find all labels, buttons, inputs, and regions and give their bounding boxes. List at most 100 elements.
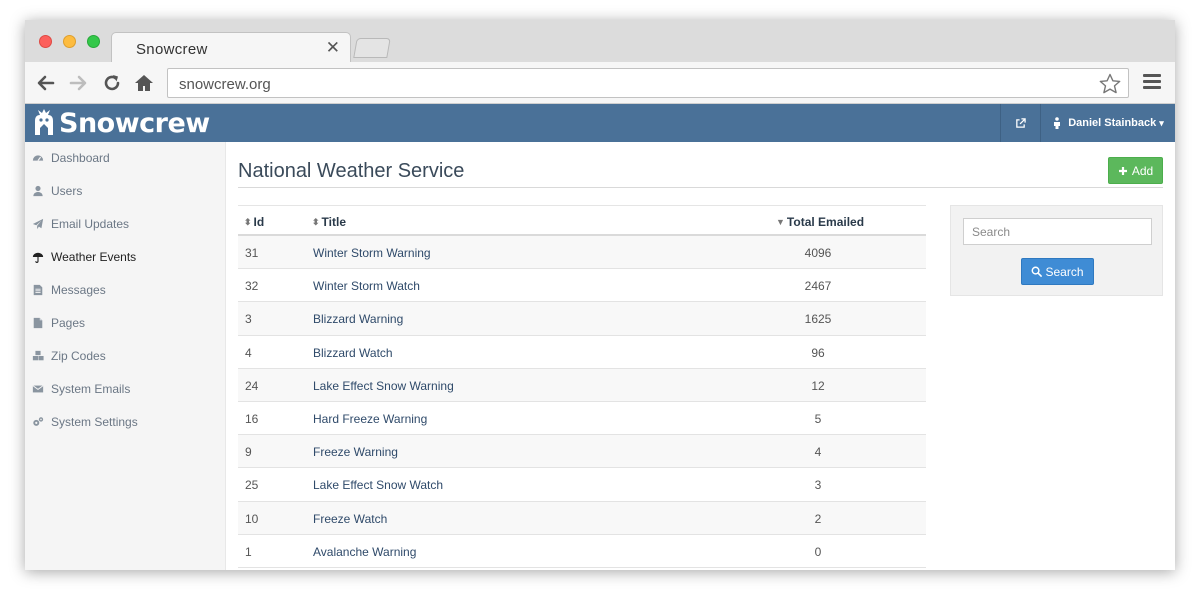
column-header-total-emailed[interactable]: ▼ Total Emailed — [776, 215, 864, 229]
search-input[interactable] — [963, 218, 1152, 245]
sidebar-item-label: Weather Events — [51, 250, 137, 264]
cell-title-link[interactable]: Lake Effect Snow Watch — [313, 478, 443, 492]
sidebar-item-label: Users — [51, 184, 83, 198]
tab-title: Snowcrew — [136, 41, 208, 58]
sidebar-item-label: System Settings — [51, 415, 138, 429]
sidebar-item-system-settings[interactable]: System Settings — [31, 412, 138, 432]
snowcrew-logo[interactable]: Snowcrew — [31, 107, 210, 139]
address-bar[interactable]: snowcrew.org — [167, 68, 1129, 98]
cell-title-link[interactable]: Blizzard Warning — [313, 312, 403, 326]
cell-title-link[interactable]: Avalanche Warning — [313, 545, 416, 559]
sidebar-item-zip-codes[interactable]: Zip Codes — [31, 346, 106, 366]
cell-total-emailed: 5 — [814, 411, 822, 426]
cubes-icon — [31, 349, 45, 363]
search-panel: Search — [950, 205, 1163, 296]
tab-strip: Snowcrew ✕ — [25, 20, 1175, 62]
cell-id: 4 — [245, 345, 252, 360]
bookmark-star-icon[interactable] — [1098, 72, 1122, 96]
browser-menu-icon[interactable] — [1143, 74, 1161, 90]
sidebar-item-email-updates[interactable]: Email Updates — [31, 214, 129, 234]
cell-total-emailed: 3 — [814, 478, 822, 493]
user-name: Daniel Stainback — [1068, 117, 1157, 129]
browser-window: Snowcrew ✕ snowcrew.org Snowcrew Daniel … — [25, 20, 1175, 570]
cell-total-emailed: 4096 — [804, 246, 832, 260]
paper-plane-icon — [31, 217, 45, 231]
cell-title-link[interactable]: Winter Storm Watch — [313, 279, 420, 293]
logo-text: Snowcrew — [59, 107, 210, 139]
sidebar-item-messages[interactable]: Messages — [31, 280, 106, 300]
browser-tab[interactable]: Snowcrew ✕ — [111, 32, 351, 62]
title-divider — [238, 187, 1163, 188]
table-row: 32 Winter Storm Watch 2467 — [238, 269, 926, 303]
table-row: 9 Freeze Warning 4 — [238, 435, 926, 469]
search-icon — [1032, 266, 1043, 277]
user-figure-icon — [1054, 117, 1061, 129]
table-row: 24 Lake Effect Snow Warning 12 — [238, 368, 926, 402]
forward-icon[interactable] — [65, 70, 91, 96]
sidebar-item-weather-events[interactable]: Weather Events — [31, 247, 136, 267]
user-menu-button[interactable]: Daniel Stainback ▾ — [1040, 104, 1175, 142]
home-icon[interactable] — [131, 70, 157, 96]
cell-title-link[interactable]: Freeze Warning — [313, 445, 398, 459]
cell-total-emailed: 1625 — [804, 312, 832, 327]
app-header: Snowcrew Daniel Stainback ▾ — [25, 104, 1175, 142]
browser-toolbar: snowcrew.org — [25, 62, 1175, 104]
cell-total-emailed: 2467 — [804, 279, 832, 294]
column-header-id[interactable]: ⬍ Id — [244, 215, 264, 229]
url-text: snowcrew.org — [179, 76, 271, 93]
table-row: 4 Blizzard Watch 96 — [238, 336, 926, 369]
sidebar-item-system-emails[interactable]: System Emails — [31, 379, 130, 399]
cell-id: 9 — [245, 445, 252, 460]
table-row: 16 Hard Freeze Warning 5 — [238, 402, 926, 436]
envelope-icon — [31, 382, 45, 396]
cogs-icon — [31, 415, 45, 429]
new-tab-button[interactable] — [353, 38, 391, 58]
file-text-icon — [31, 283, 45, 297]
snowman-logo-icon — [35, 109, 53, 135]
reload-icon[interactable] — [99, 70, 125, 96]
user-icon — [31, 184, 45, 198]
cell-title-link[interactable]: Winter Storm Warning — [313, 246, 431, 260]
sidebar-item-users[interactable]: Users — [31, 181, 82, 201]
umbrella-icon — [31, 250, 45, 264]
sidebar-item-label: Email Updates — [51, 217, 130, 231]
external-link-icon — [1016, 117, 1026, 128]
table-row: 10 Freeze Watch 2 — [238, 501, 926, 535]
sort-icon: ⬍ — [312, 216, 320, 227]
sidebar-item-label: Zip Codes — [51, 349, 106, 363]
table-header: ⬍ Id ⬍ Title ▼ Total Emailed — [238, 205, 926, 236]
plus-icon — [1118, 166, 1127, 175]
cell-id: 31 — [245, 246, 259, 260]
minimize-window-button[interactable] — [63, 35, 76, 48]
sidebar-item-label: Dashboard — [51, 151, 110, 165]
table-body: 31 Winter Storm Warning 4096 32 Winter S… — [238, 236, 926, 568]
sidebar-item-label: Messages — [51, 283, 106, 297]
column-header-title[interactable]: ⬍ Title — [312, 215, 346, 229]
search-button[interactable]: Search — [1021, 258, 1094, 285]
table-row: 25 Lake Effect Snow Watch 3 — [238, 468, 926, 502]
table-row: 3 Blizzard Warning 1625 — [238, 302, 926, 336]
external-link-button[interactable] — [1000, 104, 1040, 142]
cell-title-link[interactable]: Freeze Watch — [313, 512, 387, 526]
back-icon[interactable] — [33, 70, 59, 96]
maximize-window-button[interactable] — [87, 35, 100, 48]
tab-close-icon[interactable]: ✕ — [326, 38, 340, 58]
sidebar: Dashboard Users Email Updates Weather Ev… — [25, 142, 226, 570]
close-window-button[interactable] — [39, 35, 52, 48]
cell-title-link[interactable]: Blizzard Watch — [313, 346, 393, 360]
cell-title-link[interactable]: Hard Freeze Warning — [313, 412, 427, 426]
cell-id: 16 — [245, 411, 259, 426]
cell-id: 25 — [245, 478, 259, 493]
cell-title-link[interactable]: Lake Effect Snow Warning — [313, 379, 454, 393]
cell-id: 24 — [245, 378, 259, 393]
page-title: National Weather Service — [238, 160, 465, 182]
chevron-down-icon: ▾ — [1159, 117, 1164, 128]
sidebar-item-label: System Emails — [51, 382, 131, 396]
file-icon — [31, 316, 45, 330]
cell-id: 3 — [245, 312, 252, 327]
sidebar-item-pages[interactable]: Pages — [31, 313, 85, 333]
cell-id: 32 — [245, 279, 259, 294]
table-row: 1 Avalanche Warning 0 — [238, 535, 926, 568]
sidebar-item-dashboard[interactable]: Dashboard — [31, 148, 110, 168]
add-button[interactable]: Add — [1108, 157, 1163, 184]
